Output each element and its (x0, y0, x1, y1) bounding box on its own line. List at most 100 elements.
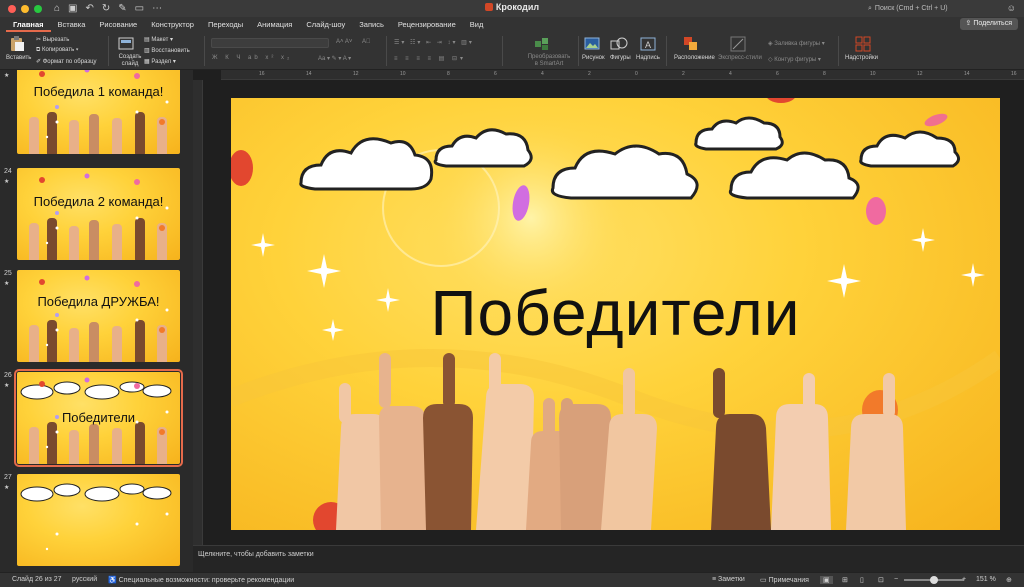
slide-thumbnail-text: Победители (61, 410, 136, 425)
maximize-window-button[interactable] (34, 4, 42, 13)
comments-toggle[interactable]: ▭ Примечания (760, 576, 809, 584)
slide-title[interactable]: Победители (231, 276, 1000, 350)
quick-styles-icon[interactable] (730, 36, 746, 52)
tab-6[interactable]: Слайд-шоу (299, 17, 352, 32)
clear-format-icon[interactable]: A⃠ (362, 39, 371, 45)
tab-2[interactable]: Рисование (92, 17, 144, 32)
font-family-select[interactable] (211, 38, 329, 48)
ruler-tick: 14 (964, 71, 970, 77)
tab-5[interactable]: Анимация (250, 17, 299, 32)
minimize-window-button[interactable] (21, 4, 29, 13)
notes-toggle[interactable]: ≡ Заметки (712, 576, 745, 583)
separator (108, 36, 109, 66)
font-style-buttons[interactable]: Ж К Ч ab x² x₂ (212, 55, 292, 61)
ruler-tick: 16 (1011, 71, 1017, 77)
svg-text:A: A (645, 40, 651, 50)
addins-icon[interactable] (855, 36, 871, 52)
arrange-icon[interactable] (683, 36, 699, 52)
arrange-button[interactable]: Расположение (674, 55, 715, 61)
tab-8[interactable]: Рецензирование (391, 17, 463, 32)
alignment-buttons[interactable]: ≡ ≡ ≡ ≡ ▤ ⊟▾ (394, 55, 466, 62)
save-icon[interactable]: ▣ (68, 3, 77, 14)
title-bar: ⌂ ▣ ↶ ↻ ✎ ▭ ⋯ Крокодил ⌕ Поиск (Cmd + Ct… (0, 0, 1024, 17)
tab-4[interactable]: Переходы (201, 17, 250, 32)
chevron-down-icon: ▾ (816, 57, 821, 63)
convert-smartart-button[interactable]: Преобразовать в SmartArt (526, 54, 572, 68)
zoom-slider-handle[interactable] (930, 576, 938, 584)
thumbnail-artwork (29, 173, 169, 260)
shape-fill-label: Заливка фигуры (774, 41, 821, 47)
shapes-button[interactable]: Фигуры (610, 55, 631, 61)
slide-thumbnail[interactable]: Победила 2 команда! (17, 168, 180, 260)
slide-thumbnail[interactable] (17, 474, 180, 566)
slide-thumbnail[interactable]: Победила ДРУЖБА! (17, 270, 180, 362)
new-slide-button[interactable]: Создать слайд (116, 54, 144, 68)
section-button[interactable]: ▦ Раздел ▾ (144, 58, 176, 65)
tab-9[interactable]: Вид (463, 17, 491, 32)
slide-thumbnail[interactable]: Победители (14, 369, 183, 467)
search-box[interactable]: ⌕ Поиск (Cmd + Ctrl + U) (868, 3, 978, 14)
reading-view-icon[interactable]: ▯ (860, 576, 864, 584)
slide-number: 25 (4, 270, 12, 277)
shape-fill-button[interactable]: ◈ Заливка фигуры ▾ (768, 40, 825, 47)
ruler-tick: 8 (823, 71, 826, 77)
new-slide-icon[interactable] (118, 36, 136, 52)
tab-3[interactable]: Конструктор (144, 17, 201, 32)
redo-icon[interactable]: ↻ (102, 3, 110, 14)
ruler-tick: 8 (447, 71, 450, 77)
zoom-level[interactable]: 151 % (976, 576, 996, 583)
font-size-controls[interactable]: A˄ A˅ (336, 39, 352, 45)
textbox-icon[interactable]: A (640, 37, 656, 51)
shapes-icon[interactable] (610, 37, 628, 51)
transition-star-icon: ★ (4, 281, 10, 287)
text-effects-icon[interactable]: Aa ▾ ✎ ▾ A ▾ (318, 55, 351, 62)
slide-counter: Слайд 26 из 27 (12, 576, 62, 583)
tab-1[interactable]: Вставка (51, 17, 93, 32)
paste-button[interactable]: Вставить (6, 55, 31, 61)
tab-0[interactable]: Главная (6, 17, 51, 32)
slide-thumbnail-panel[interactable]: ★ Победила 1 команда! 24 ★ Победила 2 команд… (0, 70, 193, 572)
slide-thumbnail[interactable]: Победила 1 команда! (17, 70, 180, 154)
window-controls (8, 4, 42, 13)
ruler-tick: 16 (259, 71, 265, 77)
smartart-icon[interactable] (534, 37, 554, 51)
ruler-tick: 12 (917, 71, 923, 77)
zoom-out-icon[interactable]: − (894, 576, 898, 583)
edit-icon[interactable]: ✎ (118, 3, 126, 14)
account-icon[interactable]: ☺ (1007, 3, 1016, 13)
present-icon[interactable]: ▭ (135, 3, 144, 14)
cut-button[interactable]: ✂ Вырезать (36, 36, 69, 43)
copy-button[interactable]: ⧉ Копировать ▾ (36, 47, 78, 54)
more-icon[interactable]: ⋯ (152, 3, 162, 14)
slide-sorter-icon[interactable]: ⊞ (842, 576, 848, 584)
language-indicator[interactable]: русский (72, 576, 97, 583)
notes-placeholder[interactable]: Щелкните, чтобы добавить заметки (198, 551, 314, 558)
format-painter-button[interactable]: ✐ Формат по образцу (36, 58, 97, 65)
zoom-in-icon[interactable]: + (962, 576, 966, 583)
normal-view-icon[interactable]: ▣ (820, 576, 833, 584)
textbox-button[interactable]: Надпись (636, 55, 660, 61)
addins-button[interactable]: Надстройки (845, 55, 878, 61)
reset-button[interactable]: ▥ Восстановить (144, 47, 190, 54)
paste-icon[interactable] (9, 36, 25, 52)
current-slide[interactable]: Победители (231, 98, 1000, 530)
tab-7[interactable]: Запись (352, 17, 391, 32)
home-icon[interactable]: ⌂ (54, 3, 60, 14)
quick-styles-button[interactable]: Экспресс-стили (718, 55, 762, 61)
picture-icon[interactable] (584, 37, 600, 51)
slideshow-icon[interactable]: ⊡ (878, 576, 884, 584)
share-button[interactable]: ⇪ Поделиться (959, 18, 1018, 30)
shape-outline-button[interactable]: ◇ Контур фигуры ▾ (768, 56, 821, 63)
layout-button[interactable]: ▤ Макет ▾ (144, 36, 173, 43)
slide-editor[interactable]: 16 14 12 10 8 6 4 2 0 2 4 6 8 10 12 14 16 (193, 70, 1024, 545)
notes-pane[interactable]: Щелкните, чтобы добавить заметки (193, 545, 1024, 572)
ruler-tick: 0 (635, 71, 638, 77)
accessibility-checker[interactable]: ♿ Специальные возможности: проверьте рек… (108, 576, 294, 584)
fit-slide-icon[interactable]: ⊕ (1006, 576, 1012, 584)
list-buttons[interactable]: ☰▾ ☷▾ ⇤ ⇥ ↕▾ ▥▾ (394, 39, 474, 46)
undo-icon[interactable]: ↶ (86, 3, 94, 14)
brush-icon: ✐ (36, 59, 43, 65)
ruler-tick: 2 (588, 71, 591, 77)
picture-button[interactable]: Рисунок (582, 55, 605, 61)
close-window-button[interactable] (8, 4, 16, 13)
